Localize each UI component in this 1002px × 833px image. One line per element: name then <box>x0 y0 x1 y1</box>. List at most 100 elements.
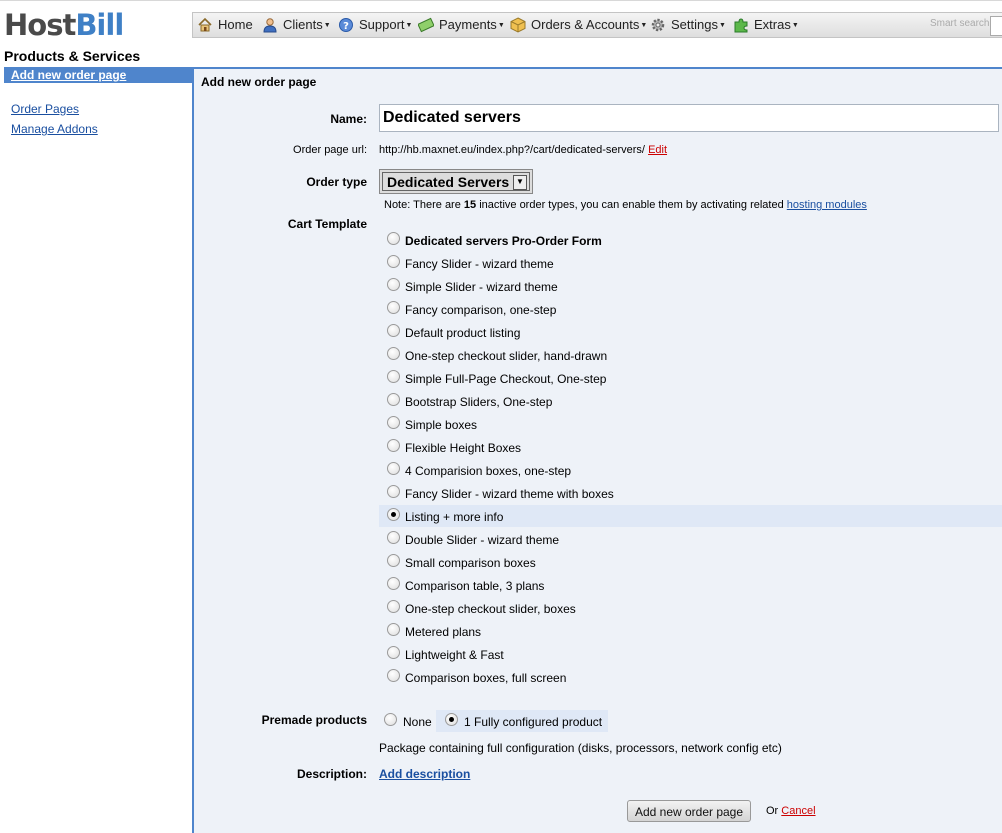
url-label: Order page url: <box>293 144 367 156</box>
cart-template-label: Dedicated servers Pro-Order Form <box>405 234 602 248</box>
hosting-modules-link[interactable]: hosting modules <box>787 199 867 211</box>
cart-template-option[interactable]: One-step checkout slider, boxes <box>379 597 1002 619</box>
cart-template-label: Lightweight & Fast <box>405 648 504 662</box>
cancel-link[interactable]: Cancel <box>781 805 815 817</box>
radio-button[interactable] <box>387 439 400 452</box>
cart-template-label: Flexible Height Boxes <box>405 441 522 455</box>
name-field[interactable] <box>379 104 999 132</box>
radio-button[interactable] <box>387 232 400 245</box>
cart-template-option[interactable]: Flexible Height Boxes <box>379 436 1002 458</box>
edit-url-link[interactable]: Edit <box>648 144 667 156</box>
chevron-down-icon: ▼ <box>640 22 648 29</box>
inactive-count: 15 <box>463 199 477 211</box>
cart-template-option[interactable]: Simple boxes <box>379 413 1002 435</box>
radio-button[interactable] <box>387 393 400 406</box>
order-page-url: http://hb.maxnet.eu/index.php?/cart/dedi… <box>379 144 667 156</box>
order-type-select-box: Dedicated Servers ▼ <box>382 172 530 191</box>
radio-button[interactable] <box>387 669 400 682</box>
radio-button[interactable] <box>387 600 400 613</box>
cart-template-option[interactable]: Simple Full-Page Checkout, One-step <box>379 367 1002 389</box>
radio-button[interactable] <box>387 623 400 636</box>
radio-button[interactable] <box>387 462 400 475</box>
section-title: Products & Services <box>4 48 141 64</box>
order-type-label: Order type <box>306 175 367 189</box>
cart-template-option[interactable]: Fancy comparison, one-step <box>379 298 1002 320</box>
cart-template-option[interactable]: Small comparison boxes <box>379 551 1002 573</box>
panel-top-border <box>194 67 1002 69</box>
puzzle-icon <box>734 18 748 33</box>
premade-none-label: None <box>403 715 432 729</box>
cart-template-label: Fancy Slider - wizard theme with boxes <box>405 487 614 501</box>
radio-button[interactable] <box>387 255 400 268</box>
radio-button[interactable] <box>387 554 400 567</box>
cart-template-option[interactable]: 4 Comparision boxes, one-step <box>379 459 1002 481</box>
add-description-link[interactable]: Add description <box>379 767 470 781</box>
cart-template-option[interactable]: Lightweight & Fast <box>379 643 1002 665</box>
radio-button[interactable] <box>387 347 400 360</box>
premade-option-configured[interactable]: 1 Fully configured product <box>436 710 608 732</box>
or-cancel: Or Cancel <box>766 805 816 817</box>
sidebar-item-add-new-order-page[interactable]: Add new order page <box>4 67 192 83</box>
svg-text:?: ? <box>343 21 349 32</box>
cart-template-option[interactable]: Comparison boxes, full screen <box>379 666 1002 688</box>
cart-template-label: 4 Comparision boxes, one-step <box>405 464 572 478</box>
order-type-select[interactable]: Dedicated Servers ▼ <box>379 169 533 194</box>
description-label: Description: <box>296 767 367 781</box>
cart-template-label: Comparison table, 3 plans <box>405 579 545 593</box>
cart-template-option[interactable]: Listing + more info <box>379 505 1002 527</box>
menu-home-label: Home <box>218 17 253 32</box>
logo-text-host: Host <box>4 8 76 42</box>
cart-template-label: Simple Slider - wizard theme <box>405 280 558 294</box>
radio-button[interactable] <box>387 324 400 337</box>
smart-search-label: Smart search <box>930 18 990 29</box>
menu-payments-label: Payments▼ <box>439 17 505 32</box>
chevron-down-icon[interactable]: ▼ <box>513 175 527 190</box>
radio-button[interactable] <box>387 416 400 429</box>
cart-template-option[interactable]: Fancy Slider - wizard theme with boxes <box>379 482 1002 504</box>
radio-button[interactable] <box>387 508 400 521</box>
radio-button[interactable] <box>387 301 400 314</box>
cart-template-option[interactable]: Dedicated servers Pro-Order Form <box>379 229 1002 251</box>
chevron-down-icon: ▼ <box>497 22 505 29</box>
cart-template-label: Fancy Slider - wizard theme <box>405 257 554 271</box>
radio-button[interactable] <box>387 646 400 659</box>
cart-template-label: Bootstrap Sliders, One-step <box>405 395 553 409</box>
cart-template-label: One-step checkout slider, hand-drawn <box>405 349 608 363</box>
sidebar-link-manage-addons[interactable]: Manage Addons <box>11 122 98 136</box>
hostbill-logo[interactable]: HostBill <box>4 8 124 42</box>
cart-template-option[interactable]: Fancy Slider - wizard theme <box>379 252 1002 274</box>
cart-template-option[interactable]: One-step checkout slider, hand-drawn <box>379 344 1002 366</box>
radio-button[interactable] <box>387 485 400 498</box>
radio-button[interactable] <box>387 278 400 291</box>
name-label: Name: <box>330 112 367 126</box>
premade-products-label: Premade products <box>261 713 367 727</box>
radio-button[interactable] <box>387 370 400 383</box>
cart-template-label: Listing + more info <box>405 510 504 524</box>
cart-template-option[interactable]: Bootstrap Sliders, One-step <box>379 390 1002 412</box>
sidebar-active-link[interactable]: Add new order page <box>11 67 126 83</box>
menu-extras-label: Extras▼ <box>754 17 799 32</box>
gear-icon <box>651 18 665 32</box>
radio-none[interactable] <box>384 713 397 726</box>
order-type-note: Note: There are 15 inactive order types,… <box>384 199 867 211</box>
cart-template-option[interactable]: Simple Slider - wizard theme <box>379 275 1002 297</box>
url-value: http://hb.maxnet.eu/index.php?/cart/dedi… <box>379 144 645 156</box>
cart-template-option[interactable]: Comparison table, 3 plans <box>379 574 1002 596</box>
menu-support-label: Support▼ <box>359 17 413 32</box>
package-description: Package containing full configuration (d… <box>379 741 782 755</box>
cart-template-option[interactable]: Double Slider - wizard theme <box>379 528 1002 550</box>
radio-button[interactable] <box>387 531 400 544</box>
cart-template-label: Cart Template <box>287 217 367 231</box>
or-text: Or <box>766 805 779 817</box>
chevron-down-icon: ▼ <box>791 22 799 29</box>
sidebar-link-order-pages[interactable]: Order Pages <box>11 102 79 116</box>
add-new-order-page-button[interactable]: Add new order page <box>627 800 751 822</box>
help-icon: ? <box>339 18 353 32</box>
radio-button[interactable] <box>387 577 400 590</box>
cart-template-option[interactable]: Metered plans <box>379 620 1002 642</box>
smart-search-input[interactable] <box>990 16 1002 36</box>
panel-title: Add new order page <box>201 75 317 89</box>
cart-template-option[interactable]: Default product listing <box>379 321 1002 343</box>
cart-template-label: One-step checkout slider, boxes <box>405 602 576 616</box>
radio-configured[interactable] <box>445 713 458 726</box>
